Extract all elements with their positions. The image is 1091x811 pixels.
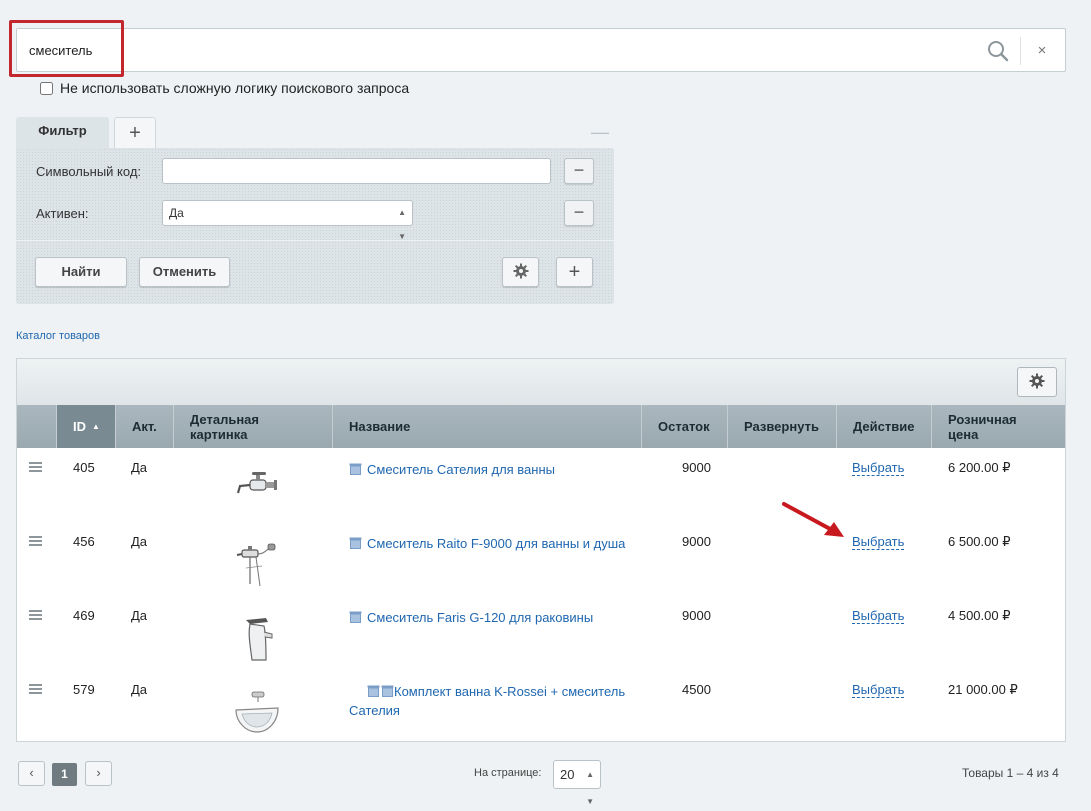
- grid-toolbar: [17, 359, 1065, 405]
- per-page-value: 20: [560, 767, 575, 782]
- current-page[interactable]: 1: [52, 763, 77, 786]
- header-price[interactable]: Розничная цена: [932, 405, 1065, 448]
- shower-faucet-icon: [236, 543, 276, 587]
- header-action-label: Действие: [853, 419, 915, 434]
- header-stock[interactable]: Остаток: [642, 405, 728, 448]
- filter-code-input[interactable]: [162, 158, 551, 184]
- select-action-link[interactable]: Выбрать: [852, 682, 905, 698]
- remove-active-field-button[interactable]: −: [564, 200, 594, 226]
- drag-handle-icon[interactable]: [29, 684, 42, 696]
- filter-active-select[interactable]: Да ▲ ▼: [162, 200, 413, 241]
- product-icon: [349, 537, 362, 549]
- total-count: Товары 1 – 4 из 4: [962, 766, 1059, 780]
- row-active: Да: [131, 534, 148, 549]
- search-separator: [1020, 37, 1021, 65]
- search-input[interactable]: [29, 29, 929, 71]
- logic-checkbox-row[interactable]: Не использовать сложную логику поисковог…: [40, 80, 409, 96]
- product-link[interactable]: Комплект ванна K-Rossei + смеситель Сате…: [349, 682, 634, 720]
- table-row: 405 Да Смеситель Сателия для ванны 9000 …: [17, 448, 1065, 522]
- product-icon: [381, 685, 394, 697]
- filter-tab[interactable]: Фильтр: [16, 117, 109, 149]
- clear-search-icon[interactable]: ×: [1031, 40, 1053, 62]
- row-id: 469: [73, 608, 95, 623]
- row-price: 21 000.00 ₽: [948, 682, 1018, 697]
- header-active[interactable]: Акт.: [116, 405, 174, 448]
- header-expand[interactable]: Развернуть: [728, 405, 837, 448]
- row-active: Да: [131, 608, 148, 623]
- header-active-label: Акт.: [132, 419, 157, 434]
- row-id: 579: [73, 682, 95, 697]
- filter-active-value: Да: [169, 206, 184, 220]
- product-icon: [349, 611, 362, 623]
- row-stock: 9000: [682, 608, 711, 623]
- header-picture[interactable]: Детальная картинка: [174, 405, 333, 448]
- table-row: 456 Да Смеситель Raito F-9000 для ванны …: [17, 522, 1065, 596]
- header-picture-label: Детальная картинка: [190, 411, 259, 442]
- search-icon[interactable]: [987, 40, 1009, 62]
- grid-settings-button[interactable]: [1017, 367, 1057, 397]
- row-stock: 4500: [682, 682, 711, 697]
- add-filter-field-button[interactable]: +: [556, 257, 593, 287]
- sort-asc-icon: ▲: [92, 422, 100, 431]
- find-button[interactable]: Найти: [35, 257, 127, 287]
- product-link[interactable]: Смеситель Raito F-9000 для ванны и душа: [349, 534, 644, 553]
- grid-header: ID ▲ Акт. Детальная картинка Название Ост…: [17, 405, 1065, 448]
- filter-panel: Символьный код: − Активен: Да ▲ ▼ − Найти…: [16, 148, 614, 304]
- filter-divider: [16, 240, 614, 241]
- gear-icon: [1029, 373, 1045, 389]
- per-page-select[interactable]: 20 ▲ ▼: [553, 760, 601, 806]
- drag-handle-icon[interactable]: [29, 536, 42, 548]
- row-id: 405: [73, 460, 95, 475]
- header-name[interactable]: Название: [333, 405, 642, 448]
- select-arrows-icon: ▲ ▼: [586, 770, 594, 806]
- row-stock: 9000: [682, 460, 711, 475]
- header-expand-label: Развернуть: [744, 419, 819, 434]
- select-action-link[interactable]: Выбрать: [852, 608, 905, 624]
- filter-settings-button[interactable]: [502, 257, 539, 287]
- select-action-link[interactable]: Выбрать: [852, 460, 905, 476]
- add-filter-tab-button[interactable]: +: [114, 117, 156, 149]
- header-id[interactable]: ID ▲: [57, 405, 116, 448]
- table-row: 579 Да Комплект ванна K-Rossei + смесите…: [17, 670, 1065, 744]
- product-icon: [367, 685, 380, 697]
- per-page-label: На странице:: [474, 767, 542, 779]
- product-link[interactable]: Смеситель Faris G-120 для раковины: [349, 608, 644, 627]
- row-active: Да: [131, 460, 148, 475]
- row-price: 6 500.00 ₽: [948, 534, 1011, 549]
- products-grid: ID ▲ Акт. Детальная картинка Название Ост…: [16, 358, 1066, 742]
- drag-handle-icon[interactable]: [29, 462, 42, 474]
- bathtub-set-icon: [235, 691, 279, 733]
- gear-icon: [513, 263, 528, 279]
- table-row: 469 Да Смеситель Faris G-120 для раковин…: [17, 596, 1065, 670]
- breadcrumb-catalog[interactable]: Каталог товаров: [16, 330, 100, 342]
- header-price-label: Розничная цена: [948, 411, 1017, 442]
- bath-faucet-icon: [236, 472, 277, 494]
- header-action[interactable]: Действие: [837, 405, 932, 448]
- product-icon: [349, 463, 362, 475]
- filter-active-label: Активен:: [36, 206, 89, 221]
- sink-faucet-icon: [246, 618, 273, 661]
- search-box: ×: [16, 28, 1066, 72]
- select-action-link[interactable]: Выбрать: [852, 534, 905, 550]
- product-link[interactable]: Смеситель Сателия для ванны: [349, 460, 644, 479]
- header-id-label: ID: [73, 419, 86, 434]
- cancel-button[interactable]: Отменить: [139, 257, 230, 287]
- next-page-button[interactable]: ›: [85, 761, 112, 786]
- logic-checkbox-label: Не использовать сложную логику поисковог…: [60, 80, 410, 96]
- row-stock: 9000: [682, 534, 711, 549]
- header-drag: [17, 405, 57, 448]
- header-stock-label: Остаток: [658, 419, 710, 434]
- select-arrows-icon: ▲ ▼: [398, 208, 406, 241]
- filter-code-label: Символьный код:: [36, 164, 142, 179]
- row-active: Да: [131, 682, 148, 697]
- row-price: 6 200.00 ₽: [948, 460, 1011, 475]
- row-id: 456: [73, 534, 95, 549]
- drag-handle-icon[interactable]: [29, 610, 42, 622]
- logic-checkbox[interactable]: [40, 81, 53, 95]
- remove-code-field-button[interactable]: −: [564, 158, 594, 184]
- row-price: 4 500.00 ₽: [948, 608, 1011, 623]
- filter-collapse-icon[interactable]: —: [591, 123, 609, 141]
- prev-page-button[interactable]: ‹: [18, 761, 45, 786]
- header-name-label: Название: [349, 419, 411, 434]
